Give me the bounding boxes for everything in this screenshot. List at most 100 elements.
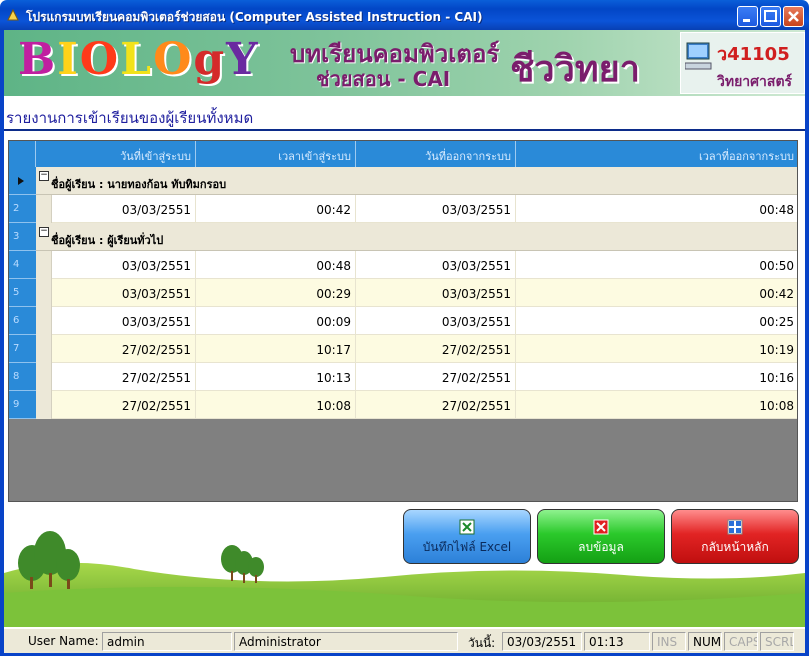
column-header-login-time[interactable]: เวลาเข้าสู่ระบบ bbox=[196, 141, 356, 167]
row-header[interactable]: 6 bbox=[9, 307, 36, 335]
group-label: ชื่อผู้เรียน : นายทองก้อน ทับทิมกรอบ bbox=[51, 178, 227, 191]
course-badge: ว41105 วิทยาศาสตร์ bbox=[680, 32, 805, 94]
table-row[interactable]: 4 03/03/2551 00:48 03/03/2551 00:50 bbox=[9, 251, 797, 279]
table-cell[interactable]: 00:29 bbox=[196, 279, 356, 307]
table-cell[interactable]: 03/03/2551 bbox=[52, 307, 196, 335]
table-cell[interactable]: 03/03/2551 bbox=[356, 195, 516, 223]
back-home-button[interactable]: กลับหน้าหลัก bbox=[671, 509, 799, 564]
subject-name: วิทยาศาสตร์ bbox=[717, 74, 793, 90]
logo-letter: L bbox=[120, 34, 154, 85]
group-indent bbox=[36, 363, 52, 391]
computer-icon bbox=[685, 42, 712, 70]
group-row[interactable]: − ชื่อผู้เรียน : นายทองก้อน ทับทิมกรอบ bbox=[9, 167, 797, 195]
table-cell[interactable]: 00:25 bbox=[516, 307, 797, 335]
delete-label: ลบข้อมูล bbox=[578, 540, 624, 554]
table-row[interactable]: 5 03/03/2551 00:29 03/03/2551 00:42 bbox=[9, 279, 797, 307]
group-indent bbox=[36, 391, 52, 419]
logo-letter: O bbox=[153, 34, 194, 85]
table-cell[interactable]: 03/03/2551 bbox=[52, 195, 196, 223]
delete-icon bbox=[593, 519, 609, 535]
collapse-icon[interactable]: − bbox=[39, 171, 49, 181]
logo-letter: Y bbox=[226, 34, 260, 85]
maximize-icon bbox=[764, 10, 777, 22]
table-cell[interactable]: 10:17 bbox=[196, 335, 356, 363]
table-cell[interactable]: 00:48 bbox=[196, 251, 356, 279]
row-header[interactable]: 2 bbox=[9, 195, 36, 223]
logo-letter: O bbox=[79, 34, 121, 85]
table-cell[interactable]: 10:16 bbox=[516, 363, 797, 391]
table-cell[interactable]: 00:50 bbox=[516, 251, 797, 279]
title-divider bbox=[4, 129, 805, 131]
column-header-login-date[interactable]: วันที่เข้าสู่ระบบ bbox=[36, 141, 196, 167]
grid-header: วันที่เข้าสู่ระบบ เวลาเข้าสู่ระบบ วันที่… bbox=[9, 141, 797, 167]
row-header[interactable]: 7 bbox=[9, 335, 36, 363]
table-cell[interactable]: 27/02/2551 bbox=[52, 391, 196, 419]
close-icon bbox=[788, 11, 799, 22]
window-title: โปรแกรมบทเรียนคอมพิวเตอร์ช่วยสอน (Comput… bbox=[26, 10, 483, 24]
logo-letter: B bbox=[18, 34, 58, 85]
attendance-grid[interactable]: วันที่เข้าสู่ระบบ เวลาเข้าสู่ระบบ วันที่… bbox=[8, 140, 798, 502]
window-frame-right bbox=[805, 30, 809, 656]
table-cell[interactable]: 03/03/2551 bbox=[356, 251, 516, 279]
table-cell[interactable]: 27/02/2551 bbox=[356, 391, 516, 419]
biology-logo: BIOLOgY bbox=[18, 34, 260, 85]
table-row[interactable]: 8 27/02/2551 10:13 27/02/2551 10:16 bbox=[9, 363, 797, 391]
row-header[interactable] bbox=[9, 167, 36, 195]
table-row[interactable]: 9 27/02/2551 10:08 27/02/2551 10:08 bbox=[9, 391, 797, 419]
column-header-logout-time[interactable]: เวลาที่ออกจากระบบ bbox=[516, 141, 797, 167]
row-header[interactable]: 8 bbox=[9, 363, 36, 391]
header-banner: BIOLOgY บทเรียนคอมพิวเตอร์ ช่วยสอน - CAI… bbox=[4, 30, 805, 96]
table-cell[interactable]: 03/03/2551 bbox=[52, 251, 196, 279]
table-cell[interactable]: 10:19 bbox=[516, 335, 797, 363]
home-grid-icon bbox=[727, 519, 743, 535]
scroll-indicator: SCRL bbox=[760, 632, 794, 651]
excel-icon bbox=[459, 519, 475, 535]
table-cell[interactable]: 00:42 bbox=[196, 195, 356, 223]
caps-indicator: CAPS bbox=[724, 632, 758, 651]
column-header-logout-date[interactable]: วันที่ออกจากระบบ bbox=[356, 141, 516, 167]
table-cell[interactable]: 03/03/2551 bbox=[52, 279, 196, 307]
group-indent bbox=[36, 195, 52, 223]
table-cell[interactable]: 03/03/2551 bbox=[356, 279, 516, 307]
table-cell[interactable]: 10:08 bbox=[516, 391, 797, 419]
group-indent bbox=[36, 335, 52, 363]
table-cell[interactable]: 03/03/2551 bbox=[356, 307, 516, 335]
status-bar: User Name: admin Administrator วันนี้: 0… bbox=[4, 628, 805, 653]
app-icon bbox=[7, 8, 19, 21]
row-header[interactable]: 3 bbox=[9, 223, 36, 251]
table-row[interactable]: 2 03/03/2551 00:42 03/03/2551 00:48 bbox=[9, 195, 797, 223]
grid-corner bbox=[9, 141, 36, 167]
table-cell[interactable]: 27/02/2551 bbox=[356, 335, 516, 363]
group-indent bbox=[36, 279, 52, 307]
group-indent bbox=[36, 307, 52, 335]
course-code: ว41105 bbox=[717, 44, 790, 65]
minimize-icon bbox=[743, 19, 750, 22]
table-cell[interactable]: 00:09 bbox=[196, 307, 356, 335]
table-cell[interactable]: 00:48 bbox=[516, 195, 797, 223]
collapse-icon[interactable]: − bbox=[39, 227, 49, 237]
table-cell[interactable]: 10:13 bbox=[196, 363, 356, 391]
minimize-button[interactable] bbox=[737, 6, 758, 27]
table-row[interactable]: 7 27/02/2551 10:17 27/02/2551 10:19 bbox=[9, 335, 797, 363]
close-button[interactable] bbox=[783, 6, 804, 27]
user-name-value: admin bbox=[102, 632, 232, 651]
delete-button[interactable]: ลบข้อมูล bbox=[537, 509, 665, 564]
date-label: วันนี้: bbox=[468, 636, 496, 650]
title-bar: โปรแกรมบทเรียนคอมพิวเตอร์ช่วยสอน (Comput… bbox=[0, 0, 809, 30]
logo-letter: g bbox=[193, 34, 227, 85]
back-home-label: กลับหน้าหลัก bbox=[701, 540, 769, 554]
row-header[interactable]: 5 bbox=[9, 279, 36, 307]
table-cell[interactable]: 27/02/2551 bbox=[52, 335, 196, 363]
maximize-button[interactable] bbox=[760, 6, 781, 27]
row-header[interactable]: 4 bbox=[9, 251, 36, 279]
table-cell[interactable]: 10:08 bbox=[196, 391, 356, 419]
table-row[interactable]: 6 03/03/2551 00:09 03/03/2551 00:25 bbox=[9, 307, 797, 335]
row-header[interactable]: 9 bbox=[9, 391, 36, 419]
table-cell[interactable]: 27/02/2551 bbox=[356, 363, 516, 391]
group-row[interactable]: 3− ชื่อผู้เรียน : ผู้เรียนทั่วไป bbox=[9, 223, 797, 251]
table-cell[interactable]: 27/02/2551 bbox=[52, 363, 196, 391]
table-cell[interactable]: 00:42 bbox=[516, 279, 797, 307]
group-label: ชื่อผู้เรียน : ผู้เรียนทั่วไป bbox=[51, 234, 164, 247]
user-name-label: User Name: bbox=[28, 634, 99, 648]
save-excel-button[interactable]: บันทึกไฟล์ Excel bbox=[403, 509, 531, 564]
